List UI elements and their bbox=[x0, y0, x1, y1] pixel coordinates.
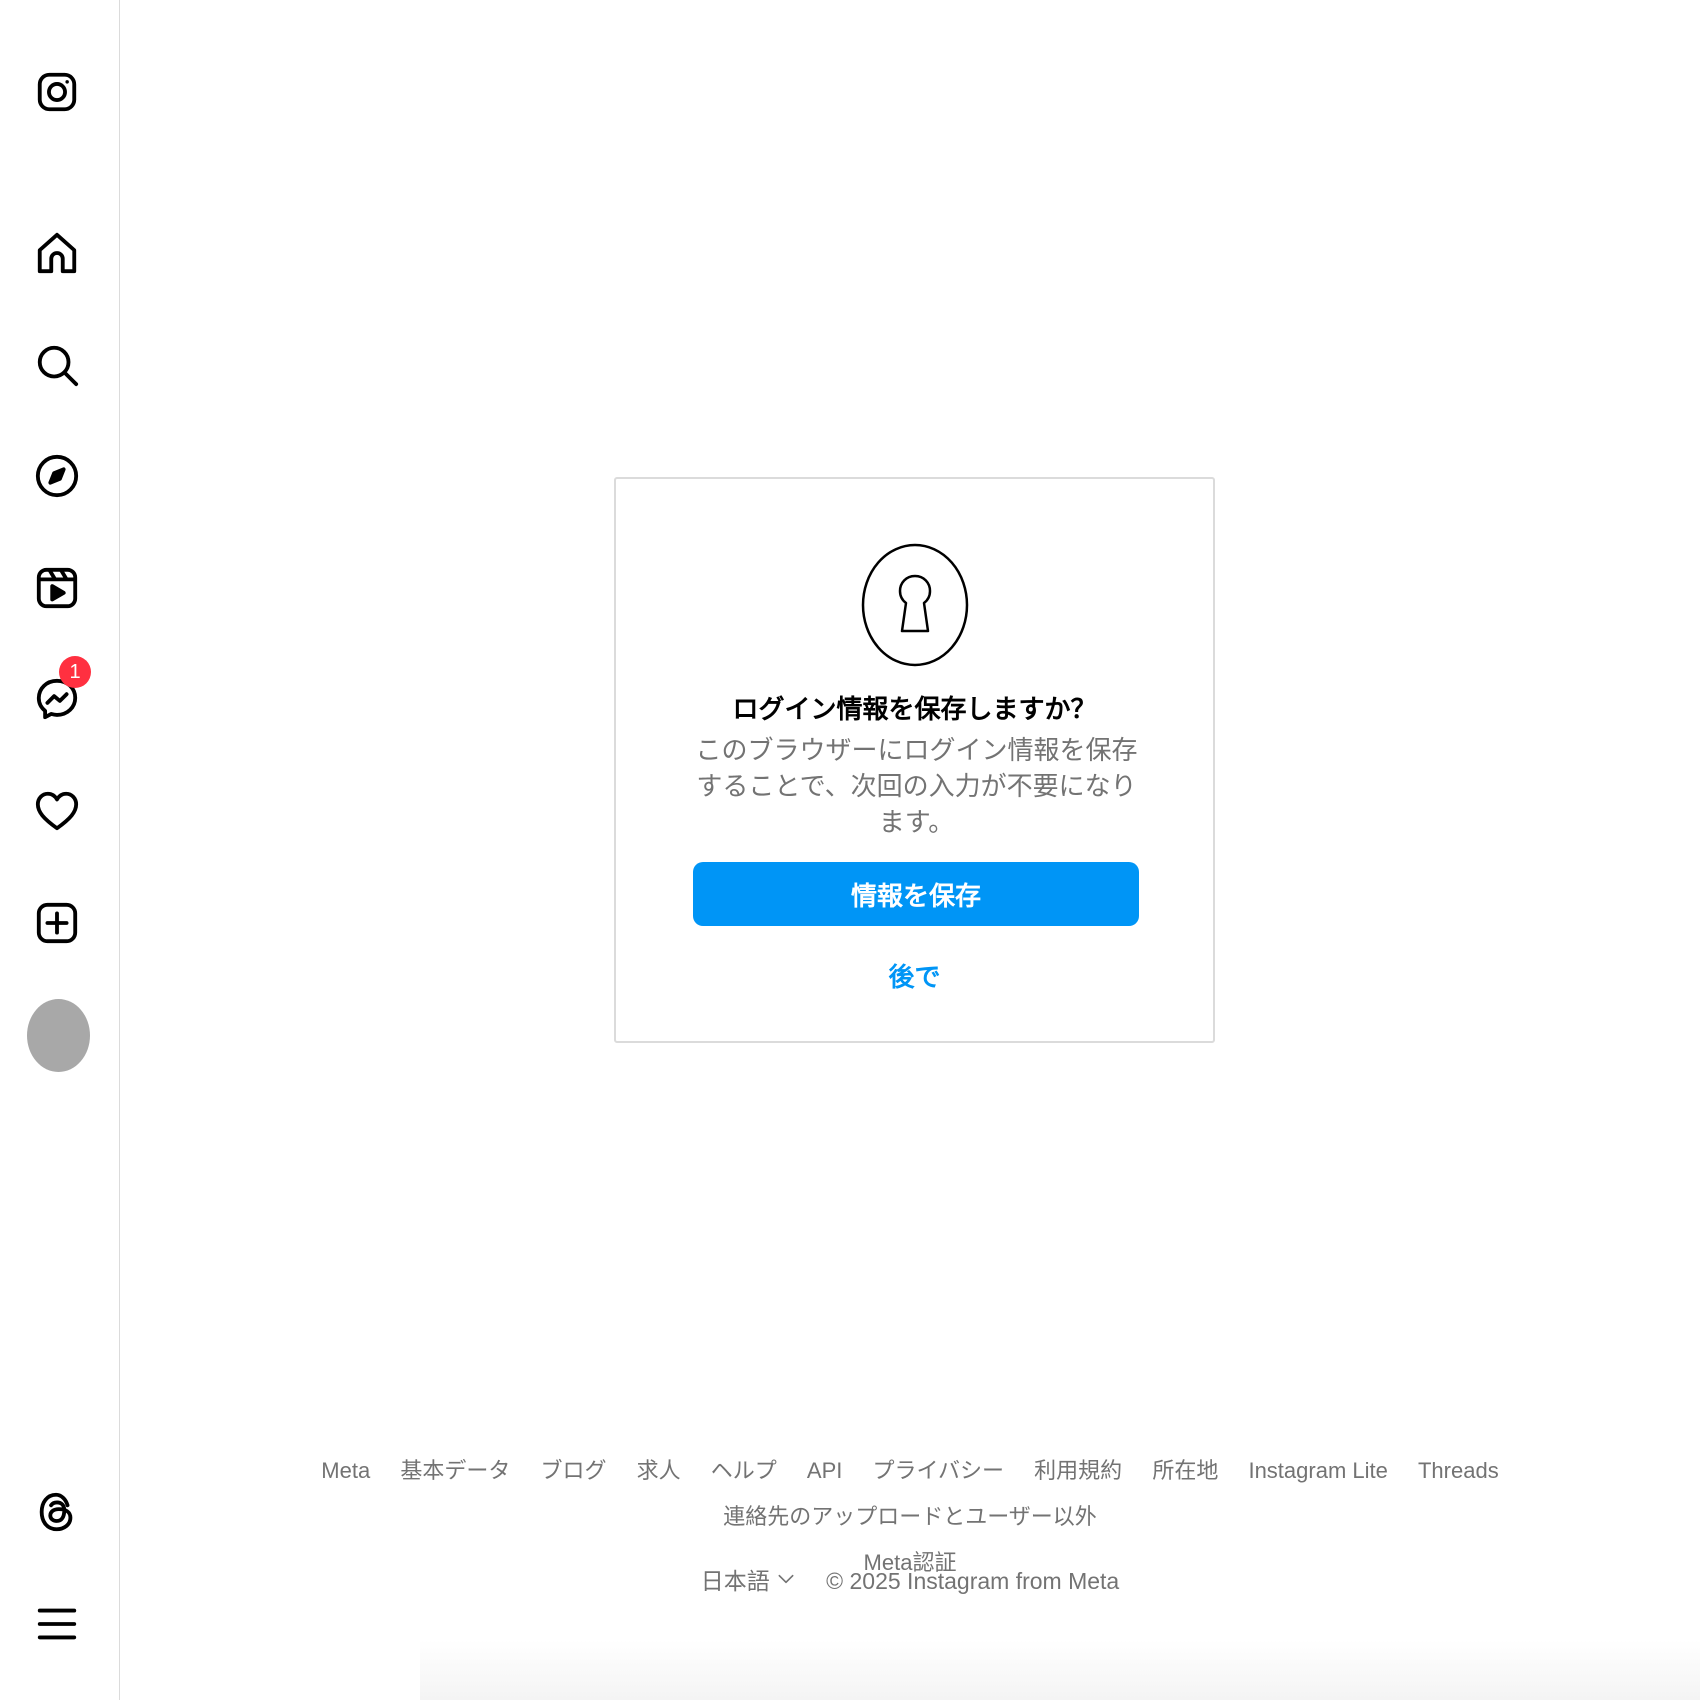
keyhole-icon bbox=[861, 543, 969, 667]
sidebar: 1 bbox=[0, 0, 120, 1700]
footer-link-locations[interactable]: 所在地 bbox=[1152, 1458, 1218, 1483]
language-selector[interactable]: 日本語 bbox=[701, 1562, 796, 1596]
sidebar-item-notifications[interactable] bbox=[28, 782, 86, 840]
plus-square-icon bbox=[36, 902, 78, 944]
sidebar-item-reels[interactable] bbox=[28, 559, 86, 617]
message-count-badge: 1 bbox=[59, 656, 91, 688]
dialog-description: このブラウザーにログイン情報を保存することで、次回の入力が不要になります。 bbox=[695, 736, 1138, 838]
heart-icon bbox=[35, 791, 79, 831]
menu-icon bbox=[37, 1608, 77, 1640]
profile-avatar[interactable] bbox=[27, 999, 90, 1072]
footer-link-jobs[interactable]: 求人 bbox=[637, 1458, 681, 1483]
dialog-title: ログイン情報を保存しますか？ bbox=[732, 695, 1097, 725]
sidebar-item-search[interactable] bbox=[28, 336, 86, 394]
sidebar-item-messages[interactable]: 1 bbox=[28, 656, 91, 728]
footer-link-terms[interactable]: 利用規約 bbox=[1034, 1458, 1122, 1483]
language-label: 日本語 bbox=[700, 1568, 770, 1594]
footer-link-instagram-lite[interactable]: Instagram Lite bbox=[1248, 1458, 1387, 1483]
sidebar-item-create[interactable] bbox=[28, 894, 86, 952]
compass-icon bbox=[35, 454, 79, 498]
copyright-text: © 2025 Instagram from Meta bbox=[826, 1568, 1120, 1594]
footer-link-blog[interactable]: ブログ bbox=[540, 1458, 606, 1483]
not-now-button[interactable]: 後で bbox=[616, 957, 1213, 994]
footer-link-privacy[interactable]: プライバシー bbox=[872, 1458, 1004, 1483]
footer-bottom: 日本語 © 2025 Instagram from Meta bbox=[160, 1562, 1660, 1596]
threads-icon bbox=[39, 1492, 73, 1532]
save-login-dialog: ログイン情報を保存しますか？ このブラウザーにログイン情報を保存することで、次回… bbox=[614, 477, 1215, 1043]
home-icon bbox=[37, 232, 77, 274]
footer-link-help[interactable]: ヘルプ bbox=[711, 1458, 777, 1483]
save-info-button[interactable]: 情報を保存 bbox=[693, 862, 1139, 926]
search-icon bbox=[37, 345, 79, 387]
footer-link-threads[interactable]: Threads bbox=[1418, 1458, 1499, 1483]
footer-link-about[interactable]: 基本データ bbox=[400, 1458, 510, 1483]
chevron-down-icon bbox=[778, 1574, 794, 1584]
bottom-shadow bbox=[420, 1640, 1700, 1700]
footer-link-meta[interactable]: Meta bbox=[321, 1458, 370, 1483]
instagram-logo-icon[interactable] bbox=[28, 63, 86, 121]
sidebar-item-explore[interactable] bbox=[28, 447, 86, 505]
sidebar-item-home[interactable] bbox=[28, 224, 86, 282]
reels-icon bbox=[36, 567, 78, 609]
sidebar-item-more[interactable] bbox=[28, 1595, 86, 1653]
sidebar-item-threads[interactable] bbox=[28, 1483, 86, 1541]
app-root: 1 ログイン情報を保存しますか？ このブラウザーにログイン情報を保存することで、… bbox=[0, 0, 1700, 1700]
footer-link-contact-upload[interactable]: 連絡先のアップロードとユーザー以外 bbox=[723, 1504, 1097, 1529]
footer-link-api[interactable]: API bbox=[807, 1458, 842, 1483]
